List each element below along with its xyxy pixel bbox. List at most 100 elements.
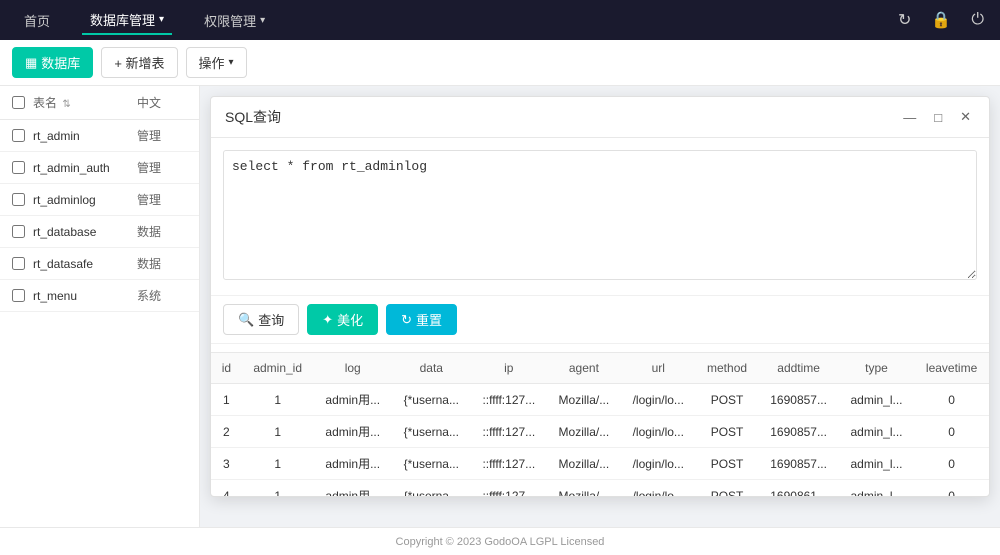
table-row[interactable]: 41admin用...{*userna...::ffff:127...Mozil… [211, 480, 989, 497]
content-area: SQL查询 — □ ✕ select * from rt_adminlog 🔍 … [200, 86, 1000, 527]
table-cell: admin用... [314, 448, 392, 480]
table-checkbox[interactable] [12, 289, 25, 302]
minimize-button[interactable]: — [899, 108, 920, 127]
table-zh: 管理 [137, 159, 187, 176]
table-cell: 0 [914, 448, 989, 480]
sql-input[interactable]: select * from rt_adminlog [223, 150, 977, 280]
table-checkbox[interactable] [12, 225, 25, 238]
table-name: rt_datasafe [33, 257, 137, 271]
modal-header: SQL查询 — □ ✕ [211, 97, 989, 138]
table-cell: admin_l... [839, 384, 914, 416]
table-zh: 系统 [137, 287, 187, 304]
sidebar-table-row[interactable]: rt_admin_auth 管理 [0, 152, 199, 184]
results-thead: idadmin_idlogdataipagenturlmethodaddtime… [211, 353, 989, 384]
close-button[interactable]: ✕ [956, 107, 975, 127]
table-cell: 1 [242, 480, 314, 497]
power-icon[interactable]: ⏻ [971, 11, 984, 29]
beautify-button[interactable]: ✦ 美化 [307, 304, 378, 335]
table-name: rt_admin_auth [33, 161, 137, 175]
results-tbody: 11admin用...{*userna...::ffff:127...Mozil… [211, 384, 989, 497]
chevron-down-icon: ▾ [229, 57, 234, 68]
table-cell: 1 [242, 416, 314, 448]
modal-title: SQL查询 [225, 107, 899, 127]
sort-icon: ⇅ [62, 99, 70, 110]
table-cell: {*userna... [392, 448, 471, 480]
reset-button[interactable]: ↻ 重置 [386, 304, 457, 335]
operation-button[interactable]: 操作 ▾ [186, 47, 247, 78]
lock-icon[interactable]: 🔒 [931, 10, 951, 30]
table-cell: POST [696, 480, 759, 497]
select-all-checkbox[interactable] [12, 96, 25, 109]
refresh-icon[interactable]: ↻ [898, 10, 911, 30]
sidebar-table-row[interactable]: rt_admin 管理 [0, 120, 199, 152]
modal-actions: 🔍 查询 ✦ 美化 ↻ 重置 [211, 295, 989, 344]
table-cell: {*userna... [392, 384, 471, 416]
col-header-log: log [314, 353, 392, 384]
table-zh: 数据 [137, 223, 187, 240]
sidebar-table-list: rt_admin 管理 rt_admin_auth 管理 rt_adminlog… [0, 120, 199, 312]
col-header-ip: ip [471, 353, 547, 384]
col-zh-header: 中文 [137, 94, 187, 111]
table-cell: admin用... [314, 416, 392, 448]
table-cell: ::ffff:127... [471, 448, 547, 480]
table-cell: Mozilla/... [547, 384, 621, 416]
star-icon: ✦ [322, 312, 333, 328]
table-cell: 1690857... [758, 448, 838, 480]
table-cell: 4 [211, 480, 242, 497]
results-area: idadmin_idlogdataipagenturlmethodaddtime… [211, 344, 989, 496]
sidebar-table-row[interactable]: rt_menu 系统 [0, 280, 199, 312]
table-checkbox[interactable] [12, 161, 25, 174]
table-zh: 管理 [137, 127, 187, 144]
col-header-addtime: addtime [758, 353, 838, 384]
table-cell: /login/lo... [621, 384, 696, 416]
col-header-admin_id: admin_id [242, 353, 314, 384]
table-cell: admin_l... [839, 416, 914, 448]
table-cell: /login/lo... [621, 416, 696, 448]
table-cell: 1 [211, 384, 242, 416]
table-cell: {*userna... [392, 416, 471, 448]
table-cell: 0 [914, 480, 989, 497]
table-row[interactable]: 31admin用...{*userna...::ffff:127...Mozil… [211, 448, 989, 480]
table-name: rt_menu [33, 289, 137, 303]
col-header-leavetime: leavetime [914, 353, 989, 384]
table-name: rt_admin [33, 129, 137, 143]
table-checkbox[interactable] [12, 257, 25, 270]
table-cell: 1 [242, 384, 314, 416]
sidebar: 表名 ⇅ 中文 rt_admin 管理 rt_admin_auth 管理 rt_… [0, 86, 200, 527]
nav-perm[interactable]: 权限管理 ▾ [196, 7, 273, 34]
main-layout: 表名 ⇅ 中文 rt_admin 管理 rt_admin_auth 管理 rt_… [0, 86, 1000, 527]
table-cell: admin用... [314, 480, 392, 497]
sidebar-table-row[interactable]: rt_adminlog 管理 [0, 184, 199, 216]
table-row[interactable]: 21admin用...{*userna...::ffff:127...Mozil… [211, 416, 989, 448]
table-checkbox[interactable] [12, 129, 25, 142]
sidebar-table-row[interactable]: rt_datasafe 数据 [0, 248, 199, 280]
table-cell: POST [696, 384, 759, 416]
add-table-button[interactable]: + 新增表 [101, 47, 177, 78]
table-cell: 1690857... [758, 416, 838, 448]
database-icon: ▦ [25, 55, 37, 71]
chevron-down-icon: ▾ [159, 14, 164, 25]
col-header-id: id [211, 353, 242, 384]
nav-db[interactable]: 数据库管理 ▾ [82, 6, 172, 35]
toolbar: ▦ 数据库 + 新增表 操作 ▾ [0, 40, 1000, 86]
db-button[interactable]: ▦ 数据库 [12, 47, 93, 78]
col-header-method: method [696, 353, 759, 384]
table-cell: ::ffff:127... [471, 416, 547, 448]
query-button[interactable]: 🔍 查询 [223, 304, 299, 335]
table-checkbox[interactable] [12, 193, 25, 206]
sql-modal: SQL查询 — □ ✕ select * from rt_adminlog 🔍 … [210, 96, 990, 497]
table-cell: /login/lo... [621, 480, 696, 497]
chevron-down-icon: ▾ [260, 15, 265, 26]
table-zh: 数据 [137, 255, 187, 272]
col-header-data: data [392, 353, 471, 384]
col-table-header: 表名 ⇅ [33, 94, 137, 111]
table-cell: admin用... [314, 384, 392, 416]
table-cell: 2 [211, 416, 242, 448]
nav-home[interactable]: 首页 [16, 7, 58, 34]
sidebar-table-row[interactable]: rt_database 数据 [0, 216, 199, 248]
table-cell: Mozilla/... [547, 480, 621, 497]
table-cell: 0 [914, 416, 989, 448]
table-row[interactable]: 11admin用...{*userna...::ffff:127...Mozil… [211, 384, 989, 416]
table-cell: admin_l... [839, 480, 914, 497]
restore-button[interactable]: □ [930, 108, 946, 127]
